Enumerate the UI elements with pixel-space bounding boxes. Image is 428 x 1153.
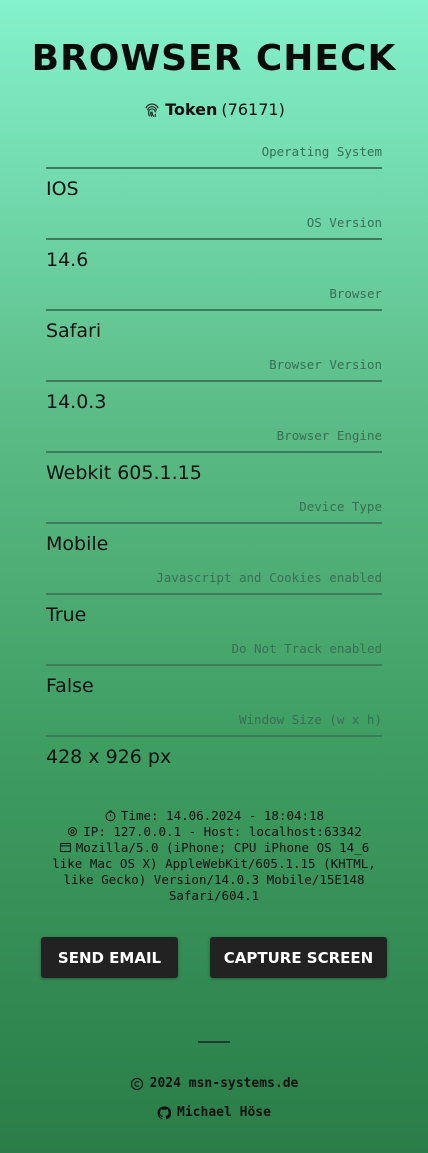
field-label: Device Type <box>299 499 382 514</box>
field-value: 428 x 926 px <box>46 746 172 768</box>
token-value: (76171) <box>221 100 285 119</box>
field-label: Browser Version <box>269 357 382 372</box>
connection-info: Time: 14.06.2024 - 18:04:18 IP: 127.0.0.… <box>40 808 388 904</box>
field-operating-system: Operating System IOS <box>46 140 382 211</box>
field-browser: Browser Safari <box>46 282 382 353</box>
token-label: Token <box>165 100 218 119</box>
field-os-version: OS Version 14.6 <box>46 211 382 282</box>
field-divider <box>46 735 382 737</box>
token-display: Token (76171) <box>0 100 428 119</box>
timer-icon <box>105 810 116 822</box>
window-icon <box>59 842 71 853</box>
field-label: Browser Engine <box>276 428 382 443</box>
github-icon <box>157 1105 172 1119</box>
send-email-button[interactable]: SEND EMAIL <box>41 937 178 978</box>
field-value: False <box>46 675 94 697</box>
location-icon <box>68 826 78 837</box>
field-label: Javascript and Cookies enabled <box>156 570 382 585</box>
field-label: Operating System <box>261 144 382 159</box>
ip-text: IP: 127.0.0.1 - Host: localhost:63342 <box>83 824 362 839</box>
field-divider <box>46 238 382 240</box>
footer-divider <box>198 1041 230 1043</box>
field-js-cookies: Javascript and Cookies enabled True <box>46 566 382 637</box>
field-do-not-track: Do Not Track enabled False <box>46 637 382 708</box>
user-agent-text: Mozilla/5.0 (iPhone; CPU iPhone OS 14_6 … <box>52 840 376 903</box>
field-divider <box>46 522 382 524</box>
ip-line: IP: 127.0.0.1 - Host: localhost:63342 <box>40 824 388 840</box>
field-label: OS Version <box>306 215 382 230</box>
author-text: Michael Höse <box>177 1105 271 1120</box>
capture-screen-button[interactable]: CAPTURE SCREEN <box>210 937 387 978</box>
field-value: Mobile <box>46 533 109 555</box>
browser-info-list: Operating System IOS OS Version 14.6 Bro… <box>46 140 382 779</box>
time-line: Time: 14.06.2024 - 18:04:18 <box>40 808 388 824</box>
field-window-size: Window Size (w x h) 428 x 926 px <box>46 708 382 779</box>
field-value: True <box>46 604 87 626</box>
field-value: Safari <box>46 320 102 342</box>
field-divider <box>46 167 382 169</box>
field-divider <box>46 380 382 382</box>
copyright-icon <box>130 1077 143 1090</box>
field-divider <box>46 451 382 453</box>
fingerprint-icon <box>145 102 159 117</box>
field-value: 14.6 <box>46 249 89 271</box>
footer-copyright: 2024 msn-systems.de <box>0 1076 428 1091</box>
field-value: 14.0.3 <box>46 391 107 413</box>
copyright-text: 2024 msn-systems.de <box>149 1076 299 1091</box>
page-title: BROWSER CHECK <box>31 38 397 79</box>
field-browser-version: Browser Version 14.0.3 <box>46 353 382 424</box>
field-value: IOS <box>46 178 79 200</box>
field-value: Webkit 605.1.15 <box>46 462 202 484</box>
time-text: Time: 14.06.2024 - 18:04:18 <box>120 808 325 823</box>
field-label: Window Size (w x h) <box>239 712 382 727</box>
field-divider <box>46 593 382 595</box>
field-browser-engine: Browser Engine Webkit 605.1.15 <box>46 424 382 495</box>
field-label: Do Not Track enabled <box>231 641 382 656</box>
user-agent-line: Mozilla/5.0 (iPhone; CPU iPhone OS 14_6 … <box>40 840 388 904</box>
field-label: Browser <box>329 286 382 301</box>
footer-author-link[interactable]: Michael Höse <box>0 1105 428 1120</box>
field-divider <box>46 309 382 311</box>
field-device-type: Device Type Mobile <box>46 495 382 566</box>
field-divider <box>46 664 382 666</box>
